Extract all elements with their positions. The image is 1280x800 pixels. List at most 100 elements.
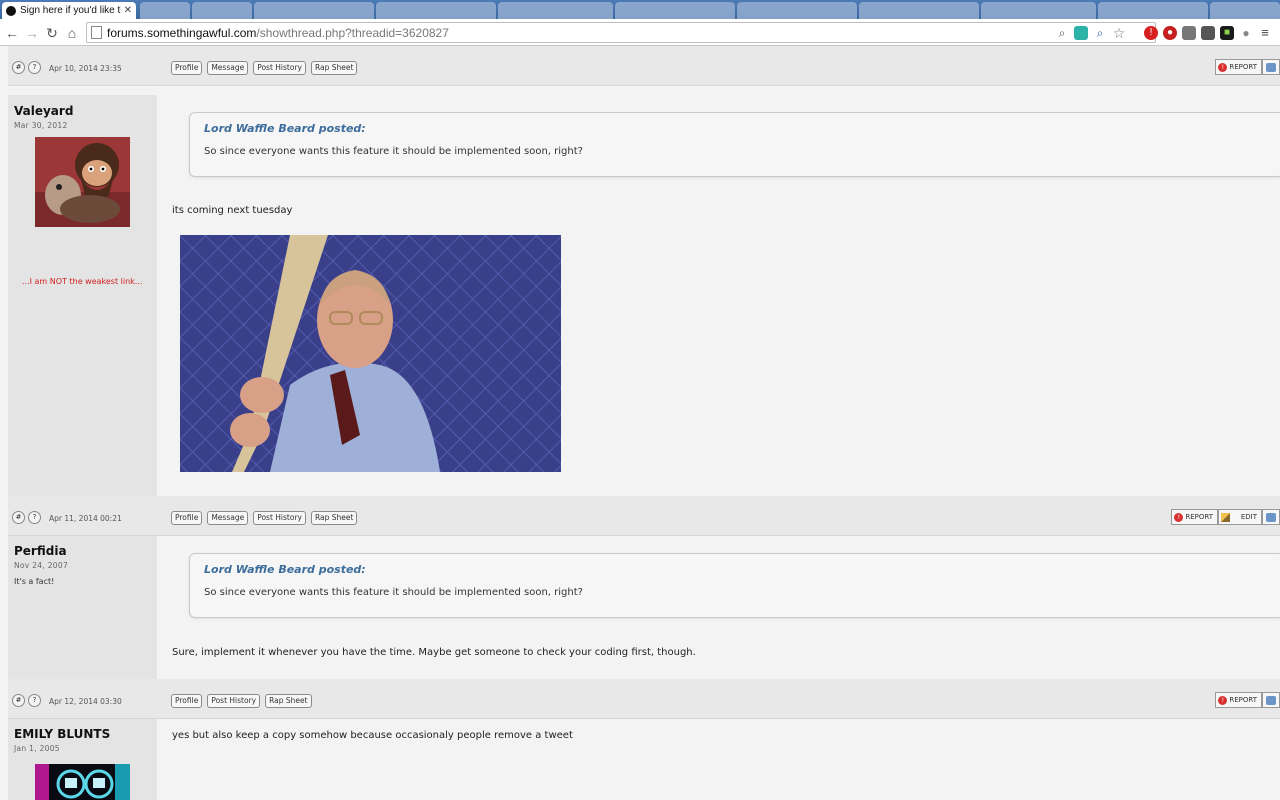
tab-background[interactable] — [1210, 2, 1280, 19]
post-actions: ! REPORT EDIT — [1171, 509, 1280, 525]
forward-icon[interactable]: → — [24, 25, 40, 41]
post-date: Apr 10, 2014 23:35 — [49, 64, 122, 73]
report-icon: ! — [1174, 512, 1184, 522]
profile-buttons: Profile Post History Rap Sheet — [171, 694, 312, 708]
search-icon[interactable]: ⌕ — [1055, 26, 1069, 40]
report-icon: ! — [1218, 695, 1228, 705]
rap-sheet-button[interactable]: Rap Sheet — [310, 511, 358, 525]
user-title: It's a fact! — [14, 577, 55, 586]
tab-background[interactable] — [376, 2, 496, 19]
url-host: forums.somethingawful.com — [107, 25, 257, 40]
close-tab-icon[interactable]: ✕ — [124, 5, 132, 16]
tab-active[interactable]: Sign here if you'd like the ✕ — [2, 2, 136, 19]
opera-icon[interactable]: ! — [1144, 25, 1158, 40]
post-actions: ! REPORT — [1215, 59, 1280, 75]
post-marks: # ? — [12, 61, 41, 74]
profile-button[interactable]: Profile — [171, 694, 203, 708]
tab-background[interactable] — [192, 2, 252, 19]
post-footer: # ? Apr 12, 2014 03:30 Profile Post Hist… — [8, 679, 1280, 719]
user-info: Valeyard Mar 30, 2012 ...I am NOT the we… — [8, 95, 157, 496]
post-history-button[interactable]: Post History — [253, 61, 306, 75]
user-title: ...I am NOT the weakest link... — [22, 277, 143, 286]
page-icon — [91, 26, 102, 39]
post-link-icon[interactable]: # — [12, 694, 25, 707]
report-icon: ! — [1218, 62, 1228, 72]
pencil-icon — [1221, 512, 1230, 522]
quote-button[interactable] — [1262, 692, 1280, 708]
profile-button[interactable]: Profile — [171, 61, 203, 75]
report-label: REPORT — [1185, 513, 1213, 521]
reload-icon[interactable]: ↻ — [44, 25, 60, 41]
username[interactable]: Perfidia — [14, 544, 67, 558]
post-body: yes but also keep a copy somehow because… — [157, 719, 1280, 800]
balloon-icon[interactable]: ● — [1239, 26, 1253, 40]
home-icon[interactable]: ⌂ — [64, 25, 80, 41]
quote-icon — [1266, 62, 1276, 72]
tab-strip: Sign here if you'd like the ✕ — [0, 0, 1280, 19]
avatar — [35, 137, 130, 227]
tab-background[interactable] — [254, 2, 374, 19]
edit-label: EDIT — [1240, 513, 1257, 521]
tab-title: Sign here if you'd like the — [20, 5, 121, 16]
star-icon[interactable]: ☆ — [1112, 26, 1126, 40]
zoom-icon[interactable]: ⌕ — [1093, 26, 1107, 40]
tab-background[interactable] — [1098, 2, 1208, 19]
browser-toolbar: ← → ↻ ⌂ forums.somethingawful.com /showt… — [0, 19, 1280, 46]
extension-icon[interactable] — [1201, 25, 1215, 40]
tab-background[interactable] — [981, 2, 1096, 19]
post-help-icon[interactable]: ? — [28, 511, 41, 524]
post-footer: # ? Apr 11, 2014 00:21 Profile Message P… — [8, 496, 1280, 536]
username[interactable]: Valeyard — [14, 104, 73, 118]
rap-sheet-button[interactable]: Rap Sheet — [265, 694, 312, 708]
post-help-icon[interactable]: ? — [28, 61, 41, 74]
rap-sheet-button[interactable]: Rap Sheet — [310, 61, 358, 75]
post-footer: # ? Apr 10, 2014 23:35 Profile Message P… — [8, 46, 1280, 86]
menu-icon[interactable]: ≡ — [1258, 25, 1272, 40]
quote-author[interactable]: Lord Waffle Beard posted: — [204, 563, 366, 576]
post-marks: # ? — [12, 694, 41, 707]
username[interactable]: EMILY BLUNTS — [14, 727, 110, 741]
extension-toolbar: ⌕ ⌕ ☆ ! ● ■ ● ≡ — [1055, 22, 1272, 43]
shade-icon[interactable] — [1074, 25, 1088, 40]
url-path: /showthread.php?threadid=3620827 — [256, 25, 449, 40]
post-link-icon[interactable]: # — [12, 511, 25, 524]
tab-background[interactable] — [615, 2, 735, 19]
post: Valeyard Mar 30, 2012 ...I am NOT the we… — [8, 95, 1280, 496]
tab-background[interactable] — [140, 2, 190, 19]
report-button[interactable]: ! REPORT — [1215, 59, 1262, 75]
edit-button[interactable]: EDIT — [1218, 509, 1262, 525]
post-help-icon[interactable]: ? — [28, 694, 41, 707]
green-extension-icon[interactable]: ■ — [1220, 25, 1234, 40]
report-button[interactable]: ! REPORT — [1171, 509, 1218, 525]
back-icon[interactable]: ← — [4, 25, 20, 41]
profile-buttons: Profile Message Post History Rap Sheet — [171, 61, 358, 75]
quote-box: Lord Waffle Beard posted: So since every… — [189, 112, 1280, 177]
thread-page: # ? Apr 10, 2014 23:35 Profile Message P… — [0, 46, 1280, 800]
message-button[interactable]: Message — [207, 511, 249, 525]
registration-date: Nov 24, 2007 — [14, 561, 69, 570]
tab-background[interactable] — [498, 2, 613, 19]
adblock-icon[interactable]: ● — [1163, 25, 1177, 40]
quote-author[interactable]: Lord Waffle Beard posted: — [204, 122, 366, 135]
user-info: EMILY BLUNTS Jan 1, 2005 — [8, 719, 157, 800]
quote-button[interactable] — [1262, 59, 1280, 75]
post-date: Apr 11, 2014 00:21 — [49, 514, 122, 523]
report-button[interactable]: ! REPORT — [1215, 692, 1262, 708]
post: Perfidia Nov 24, 2007 It's a fact! Lord … — [8, 536, 1280, 679]
profile-button[interactable]: Profile — [171, 511, 203, 525]
report-label: REPORT — [1229, 696, 1257, 704]
post-history-button[interactable]: Post History — [253, 511, 306, 525]
message-button[interactable]: Message — [207, 61, 249, 75]
address-bar[interactable]: forums.somethingawful.com /showthread.ph… — [86, 22, 1156, 43]
profile-buttons: Profile Message Post History Rap Sheet — [171, 511, 358, 525]
tab-background[interactable] — [737, 2, 857, 19]
post-history-button[interactable]: Post History — [207, 694, 261, 708]
extension-icon[interactable] — [1182, 25, 1196, 40]
post-text: its coming next tuesday — [172, 205, 293, 216]
post-link-icon[interactable]: # — [12, 61, 25, 74]
quote-button[interactable] — [1262, 509, 1280, 525]
tab-background[interactable] — [859, 2, 979, 19]
quote-text: So since everyone wants this feature it … — [204, 587, 583, 598]
post-date: Apr 12, 2014 03:30 — [49, 697, 122, 706]
somethingawful-favicon — [6, 5, 16, 16]
